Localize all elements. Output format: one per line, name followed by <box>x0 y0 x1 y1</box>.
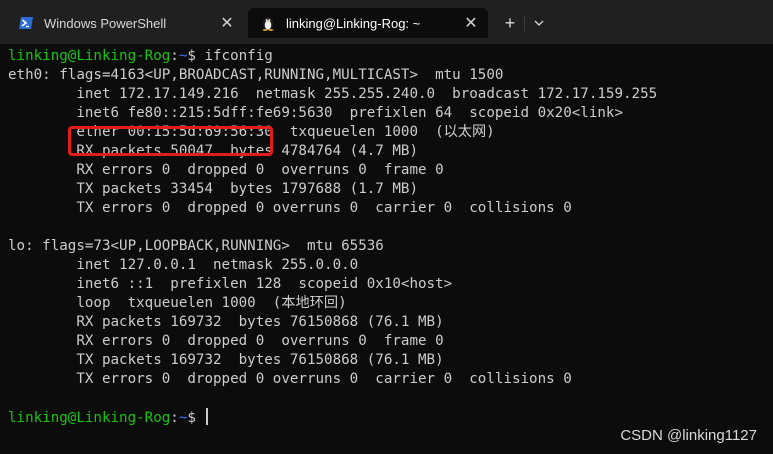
terminal-line: TX packets 169732 bytes 76150868 (76.1 M… <box>8 352 444 368</box>
watermark: CSDN @linking1127 <box>620 427 757 444</box>
command-text: ifconfig <box>195 48 273 64</box>
terminal-line: RX errors 0 dropped 0 overruns 0 frame 0 <box>8 162 444 178</box>
tab-label: Windows PowerShell <box>44 15 167 31</box>
prompt-symbol: $ <box>187 48 196 64</box>
divider <box>524 15 525 31</box>
terminal-line: inet 127.0.0.1 netmask 255.0.0.0 <box>8 257 359 273</box>
prompt-symbol: $ <box>187 410 205 426</box>
terminal-line: TX packets 33454 bytes 1797688 (1.7 MB) <box>8 181 418 197</box>
tab-bar: Windows PowerShell ✕ linking@Linking-Rog… <box>0 0 773 44</box>
terminal-line: loop txqueuelen 1000 (本地环回) <box>8 295 347 311</box>
close-tab-icon[interactable]: ✕ <box>460 12 482 34</box>
prompt-user: linking@Linking-Rog <box>8 410 171 426</box>
terminal-line: lo: flags=73<UP,LOOPBACK,RUNNING> mtu 65… <box>8 238 384 254</box>
terminal-line: RX packets 169732 bytes 76150868 (76.1 M… <box>8 314 444 330</box>
ip-highlight-box <box>68 126 273 156</box>
terminal-line: inet 172.17.149.216 netmask 255.255.240.… <box>8 86 658 102</box>
prompt-separator: : <box>170 48 179 64</box>
tab-label: linking@Linking-Rog: ~ <box>286 15 421 31</box>
terminal-line: RX errors 0 dropped 0 overruns 0 frame 0 <box>8 333 444 349</box>
terminal-line: inet6 ::1 prefixlen 128 scopeid 0x10<hos… <box>8 276 453 292</box>
terminal-line-prompt: linking@Linking-Rog:~$ ifconfig <box>8 47 273 66</box>
linux-penguin-icon <box>260 15 276 31</box>
terminal-line: eth0: flags=4163<UP,BROADCAST,RUNNING,MU… <box>8 67 504 83</box>
tab-windows-powershell[interactable]: Windows PowerShell ✕ <box>6 8 244 38</box>
terminal-line-prompt: linking@Linking-Rog:~$ <box>8 408 209 427</box>
terminal-pane[interactable]: linking@Linking-Rog:~$ ifconfig eth0: fl… <box>0 46 773 454</box>
prompt-user: linking@Linking-Rog <box>8 48 171 64</box>
powershell-icon <box>18 15 34 31</box>
chevron-down-icon[interactable] <box>528 12 550 34</box>
terminal-line: inet6 fe80::215:5dff:fe69:5630 prefixlen… <box>8 105 623 121</box>
tab-linux-terminal[interactable]: linking@Linking-Rog: ~ ✕ <box>248 8 488 38</box>
new-tab-button[interactable]: + <box>498 12 522 34</box>
terminal-line: TX errors 0 dropped 0 overruns 0 carrier… <box>8 371 572 387</box>
text-cursor <box>206 408 209 425</box>
prompt-separator: : <box>170 410 179 426</box>
close-tab-icon[interactable]: ✕ <box>216 12 238 34</box>
terminal-line: TX errors 0 dropped 0 overruns 0 carrier… <box>8 200 572 216</box>
